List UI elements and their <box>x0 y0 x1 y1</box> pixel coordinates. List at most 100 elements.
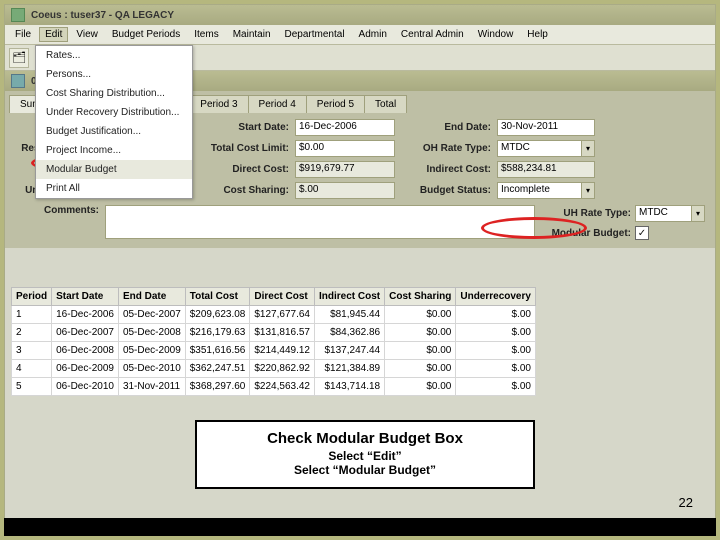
table-cell: 05-Dec-2009 <box>118 342 185 360</box>
table-cell: $362,247.51 <box>185 360 250 378</box>
col-indirect-cost[interactable]: Indirect Cost <box>315 288 385 306</box>
edit-menu-under-recovery[interactable]: Under Recovery Distribution... <box>36 103 192 122</box>
col-end-date[interactable]: End Date <box>118 288 185 306</box>
menu-departmental[interactable]: Departmental <box>279 27 351 42</box>
table-cell: $121,384.89 <box>315 360 385 378</box>
table-row[interactable]: 206-Dec-200705-Dec-2008$216,179.63$131,8… <box>12 324 536 342</box>
col-total-cost[interactable]: Total Cost <box>185 288 250 306</box>
table-cell: $351,616.56 <box>185 342 250 360</box>
table-cell: $131,816.57 <box>250 324 315 342</box>
modular-budget-checkbox[interactable]: ✓ <box>635 226 649 240</box>
table-cell: $.00 <box>456 306 536 324</box>
menu-central-admin[interactable]: Central Admin <box>395 27 470 42</box>
callout-line-1: Select “Edit” <box>203 449 527 463</box>
table-cell: $143,714.18 <box>315 378 385 396</box>
table-cell: $.00 <box>456 342 536 360</box>
tab-period-3[interactable]: Period 3 <box>189 95 248 113</box>
select-oh-rate-type[interactable]: MTDC ▾ <box>497 140 595 157</box>
col-period[interactable]: Period <box>12 288 52 306</box>
select-budget-status[interactable]: Incomplete ▾ <box>497 182 595 199</box>
table-cell: $224,563.42 <box>250 378 315 396</box>
table-cell: 05-Dec-2010 <box>118 360 185 378</box>
menu-items[interactable]: Items <box>188 27 224 42</box>
table-row[interactable]: 306-Dec-200805-Dec-2009$351,616.56$214,4… <box>12 342 536 360</box>
textarea-comments[interactable] <box>105 205 535 239</box>
edit-menu-budget-justification[interactable]: Budget Justification... <box>36 122 192 141</box>
label-end-date: End Date: <box>401 122 491 133</box>
table-cell: $0.00 <box>385 324 456 342</box>
label-indirect-cost: Indirect Cost: <box>401 164 491 175</box>
label-uh-rate-type: UH Rate Type: <box>541 208 631 219</box>
edit-menu-dropdown: Rates... Persons... Cost Sharing Distrib… <box>35 45 193 199</box>
table-cell: 5 <box>12 378 52 396</box>
edit-menu-rates[interactable]: Rates... <box>36 46 192 65</box>
table-cell: 16-Dec-2006 <box>52 306 119 324</box>
tool-btn-1[interactable]: 🗂 <box>9 48 29 68</box>
slide-footer-bar <box>4 518 716 536</box>
input-start-date[interactable]: 16-Dec-2006 <box>295 119 395 136</box>
periods-table: Period Start Date End Date Total Cost Di… <box>11 287 536 396</box>
label-modular-budget: Modular Budget: <box>541 228 631 239</box>
table-cell: 4 <box>12 360 52 378</box>
tab-period-5[interactable]: Period 5 <box>306 95 365 113</box>
menu-edit[interactable]: Edit <box>39 27 68 42</box>
edit-menu-print-all[interactable]: Print All <box>36 179 192 198</box>
chevron-down-icon[interactable]: ▾ <box>691 205 705 222</box>
table-cell: $214,449.12 <box>250 342 315 360</box>
edit-menu-project-income[interactable]: Project Income... <box>36 141 192 160</box>
callout-line-2: Select “Modular Budget” <box>203 463 527 477</box>
table-cell: $209,623.08 <box>185 306 250 324</box>
tab-period-4[interactable]: Period 4 <box>248 95 307 113</box>
edit-menu-persons[interactable]: Persons... <box>36 65 192 84</box>
table-cell: 06-Dec-2008 <box>52 342 119 360</box>
menu-maintain[interactable]: Maintain <box>227 27 277 42</box>
table-cell: 06-Dec-2007 <box>52 324 119 342</box>
value-direct-cost: $919,679.77 <box>295 161 395 178</box>
edit-menu-cost-sharing[interactable]: Cost Sharing Distribution... <box>36 84 192 103</box>
table-cell: 31-Nov-2011 <box>118 378 185 396</box>
label-oh-rate-type: OH Rate Type: <box>401 143 491 154</box>
value-cost-sharing: $.00 <box>295 182 395 199</box>
table-cell: $84,362.86 <box>315 324 385 342</box>
table-cell: $0.00 <box>385 360 456 378</box>
table-cell: 1 <box>12 306 52 324</box>
col-start-date[interactable]: Start Date <box>52 288 119 306</box>
menu-admin[interactable]: Admin <box>353 27 393 42</box>
col-cost-sharing[interactable]: Cost Sharing <box>385 288 456 306</box>
input-total-cost-limit[interactable]: $0.00 <box>295 140 395 157</box>
table-row[interactable]: 116-Dec-200605-Dec-2007$209,623.08$127,6… <box>12 306 536 324</box>
table-cell: $0.00 <box>385 342 456 360</box>
select-uh-rate-type[interactable]: MTDC ▾ <box>635 205 705 222</box>
edit-menu-modular-budget[interactable]: Modular Budget <box>36 160 192 179</box>
titlebar: Coeus : tuser37 - QA LEGACY <box>5 5 715 25</box>
table-cell: 05-Dec-2007 <box>118 306 185 324</box>
label-budget-status: Budget Status: <box>401 185 491 196</box>
menu-window[interactable]: Window <box>472 27 520 42</box>
table-row[interactable]: 406-Dec-200905-Dec-2010$362,247.51$220,8… <box>12 360 536 378</box>
table-cell: $81,945.44 <box>315 306 385 324</box>
input-end-date[interactable]: 30-Nov-2011 <box>497 119 595 136</box>
app-window: Coeus : tuser37 - QA LEGACY File Edit Vi… <box>4 4 716 536</box>
col-direct-cost[interactable]: Direct Cost <box>250 288 315 306</box>
table-row[interactable]: 506-Dec-201031-Nov-2011$368,297.60$224,5… <box>12 378 536 396</box>
table-cell: $368,297.60 <box>185 378 250 396</box>
chevron-down-icon[interactable]: ▾ <box>581 182 595 199</box>
table-cell: $127,677.64 <box>250 306 315 324</box>
menu-file[interactable]: File <box>9 27 37 42</box>
callout-box: Check Modular Budget Box Select “Edit” S… <box>195 420 535 489</box>
callout-title: Check Modular Budget Box <box>203 430 527 447</box>
table-cell: $0.00 <box>385 378 456 396</box>
menu-budget-periods[interactable]: Budget Periods <box>106 27 186 42</box>
chevron-down-icon[interactable]: ▾ <box>581 140 595 157</box>
label-direct-cost: Direct Cost: <box>199 164 289 175</box>
value-indirect-cost: $588,234.81 <box>497 161 595 178</box>
col-underrecovery[interactable]: Underrecovery <box>456 288 536 306</box>
table-cell: 06-Dec-2010 <box>52 378 119 396</box>
label-cost-sharing: Cost Sharing: <box>199 185 289 196</box>
menu-help[interactable]: Help <box>521 27 554 42</box>
tab-total[interactable]: Total <box>364 95 407 113</box>
select-oh-rate-type-value: MTDC <box>497 140 581 157</box>
modular-budget-checkbox-wrap[interactable]: ✓ <box>635 226 705 240</box>
label-start-date: Start Date: <box>199 122 289 133</box>
menu-view[interactable]: View <box>70 27 104 42</box>
